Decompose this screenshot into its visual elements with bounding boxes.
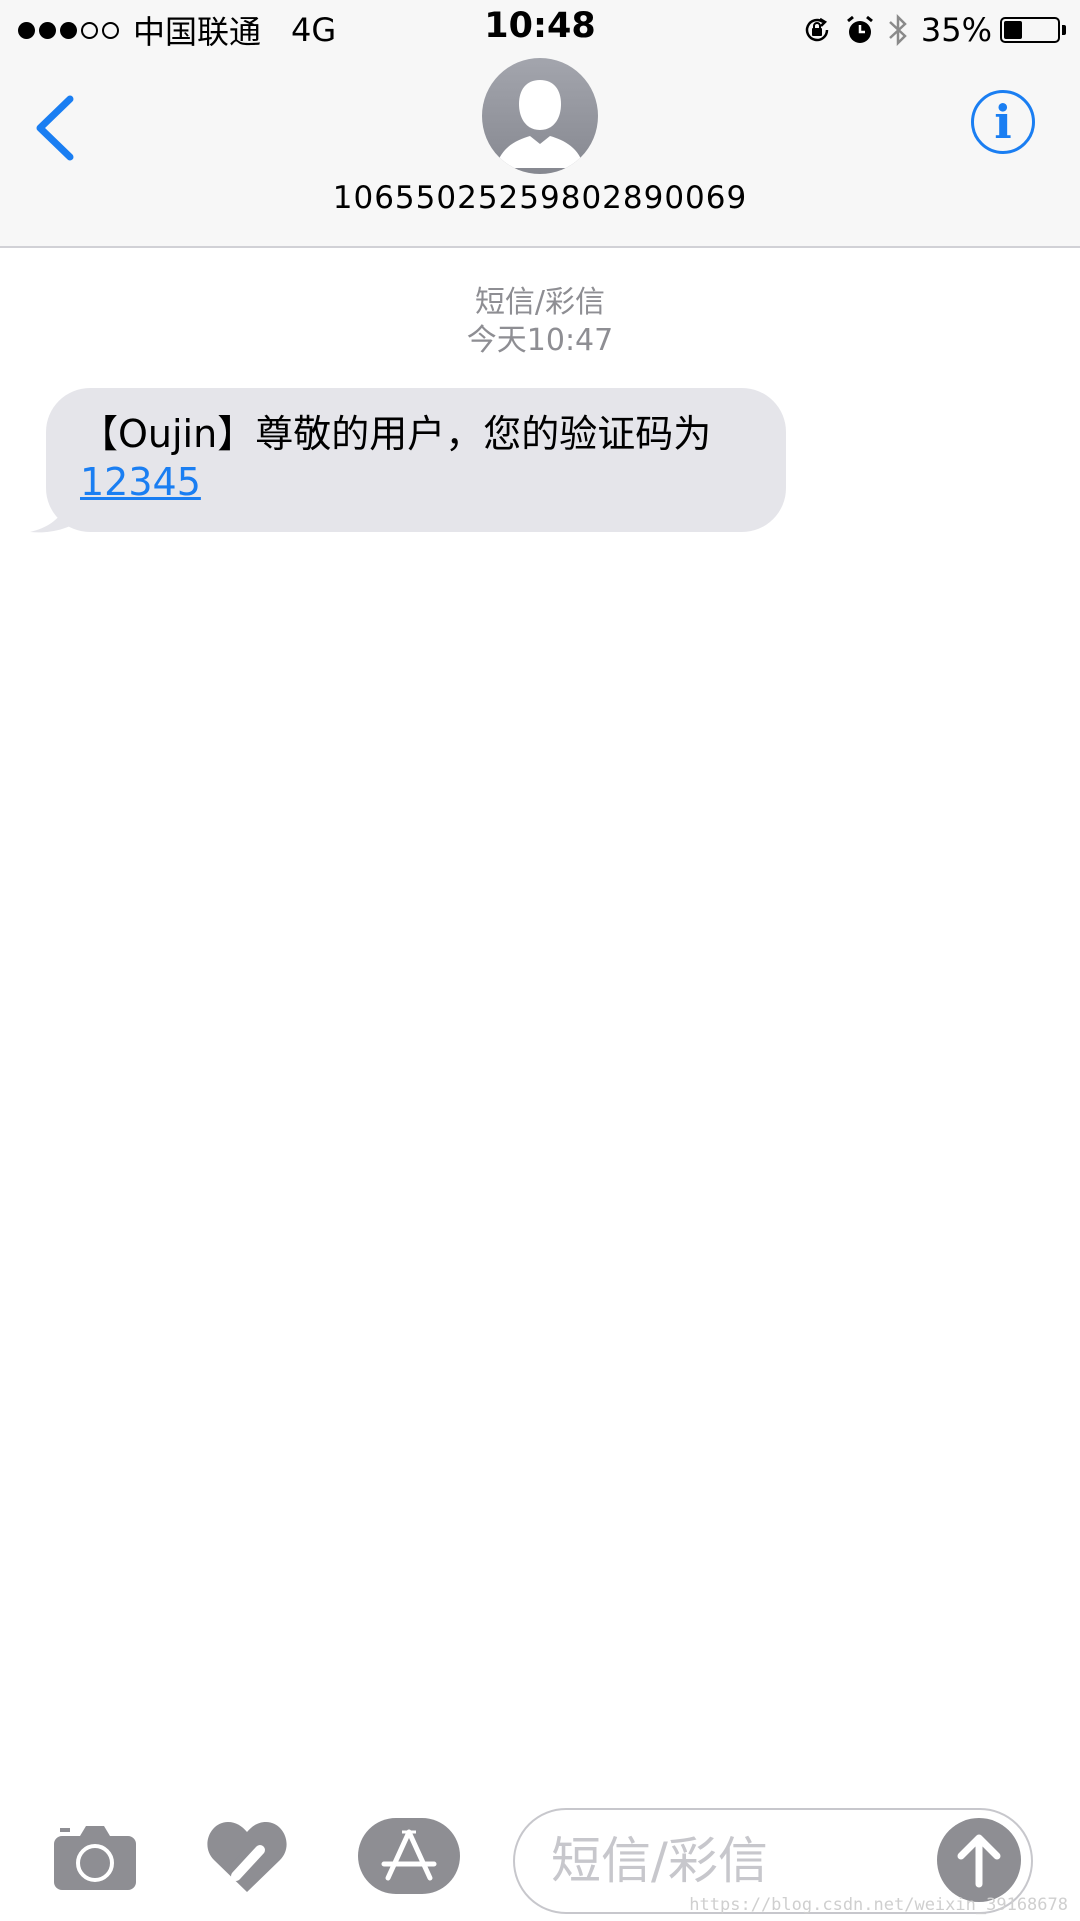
battery-tip bbox=[1062, 25, 1066, 35]
app-store-button[interactable] bbox=[358, 1818, 460, 1894]
conversation-header: 10655025259802890069 i bbox=[0, 58, 1080, 248]
camera-button[interactable] bbox=[54, 1824, 136, 1890]
messages-screen: 中国联通 4G 10:48 35% 10655025259802890069 i… bbox=[0, 0, 1080, 1921]
status-bar: 中国联通 4G 10:48 35% bbox=[0, 0, 1080, 58]
verification-code-link[interactable]: 12345 bbox=[80, 460, 201, 504]
alarm-icon bbox=[845, 14, 875, 46]
camera-icon bbox=[54, 1826, 136, 1890]
message-bubble[interactable]: 【Oujin】尊敬的用户，您的验证码为 12345 bbox=[46, 388, 786, 532]
bluetooth-icon bbox=[887, 12, 909, 48]
message-text: 【Oujin】尊敬的用户，您的验证码为 bbox=[80, 412, 712, 456]
watermark: https://blog.csdn.net/weixin_39168678 bbox=[689, 1895, 1068, 1915]
rotation-lock-icon bbox=[801, 14, 833, 46]
app-store-icon bbox=[358, 1818, 460, 1894]
compose-bar: 短信/彩信 https://blog.csdn.net/weixin_39168… bbox=[0, 1800, 1080, 1921]
send-button[interactable] bbox=[937, 1818, 1021, 1902]
battery-percent: 35% bbox=[920, 11, 992, 49]
info-button[interactable]: i bbox=[971, 90, 1035, 154]
digital-touch-button[interactable] bbox=[206, 1820, 288, 1894]
message-type-label: 短信/彩信 bbox=[474, 285, 606, 320]
digital-touch-icon bbox=[207, 1822, 287, 1892]
back-button[interactable] bbox=[30, 93, 80, 163]
battery-level bbox=[1004, 21, 1022, 39]
chevron-left-icon bbox=[36, 95, 74, 161]
status-right: 35% bbox=[789, 8, 1066, 52]
contact-number[interactable]: 10655025259802890069 bbox=[0, 180, 1080, 216]
person-silhouette-icon bbox=[496, 80, 584, 168]
battery-icon bbox=[1000, 17, 1060, 43]
contact-avatar[interactable] bbox=[482, 58, 598, 174]
info-icon: i bbox=[994, 95, 1012, 149]
conversation-meta: 短信/彩信 今天10:47 bbox=[0, 284, 1080, 360]
arrow-up-icon bbox=[957, 1834, 1001, 1888]
message-timestamp: 今天10:47 bbox=[466, 323, 614, 358]
